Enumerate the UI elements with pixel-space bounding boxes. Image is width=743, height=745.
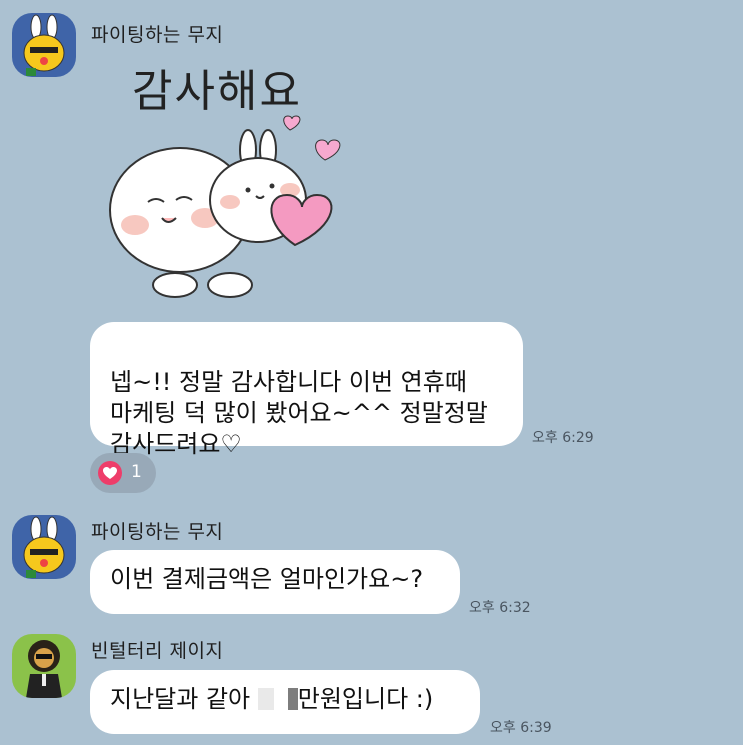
sticker[interactable]: 감사해요 [100, 55, 350, 300]
redacted-amount [257, 688, 274, 710]
sender-name: 파이팅하는 무지 [91, 521, 224, 543]
reaction-count: 1 [131, 462, 142, 482]
message-bubble[interactable]: 지난달과 같아 만원입니다 :) [90, 670, 480, 734]
message-time: 오후 6:39 [490, 720, 552, 736]
message-text-end: 만원입니다 :) [297, 685, 434, 713]
reaction-badge[interactable]: 1 [90, 453, 156, 493]
message-text: 넵~!! 정말 감사합니다 이번 연휴때 마케팅 덕 많이 봤어요~^^ 정말정… [110, 368, 488, 458]
sender-name: 파이팅하는 무지 [91, 24, 224, 46]
message-bubble[interactable]: 이번 결제금액은 얼마인가요~? [90, 550, 460, 614]
bunny-hug-illustration [109, 115, 341, 298]
avatar-muzi[interactable] [12, 13, 76, 77]
message-time: 오후 6:32 [469, 600, 531, 616]
avatar-jayg[interactable] [12, 634, 76, 698]
avatar-muzi[interactable] [12, 515, 76, 579]
jayg-character-icon [26, 640, 62, 698]
message-bubble[interactable]: 넵~!! 정말 감사합니다 이번 연휴때 마케팅 덕 많이 봤어요~^^ 정말정… [90, 322, 523, 458]
message-text: 이번 결제금액은 얼마인가요~? [110, 565, 424, 593]
muzi-character-icon [23, 14, 65, 76]
muzi-character-icon [23, 516, 65, 578]
sender-name: 빈털터리 제이지 [91, 640, 224, 662]
message-time: 오후 6:29 [532, 430, 594, 446]
message-text-start: 지난달과 같아 [110, 685, 258, 713]
redacted-amount [287, 688, 298, 710]
heart-icon [98, 461, 122, 485]
